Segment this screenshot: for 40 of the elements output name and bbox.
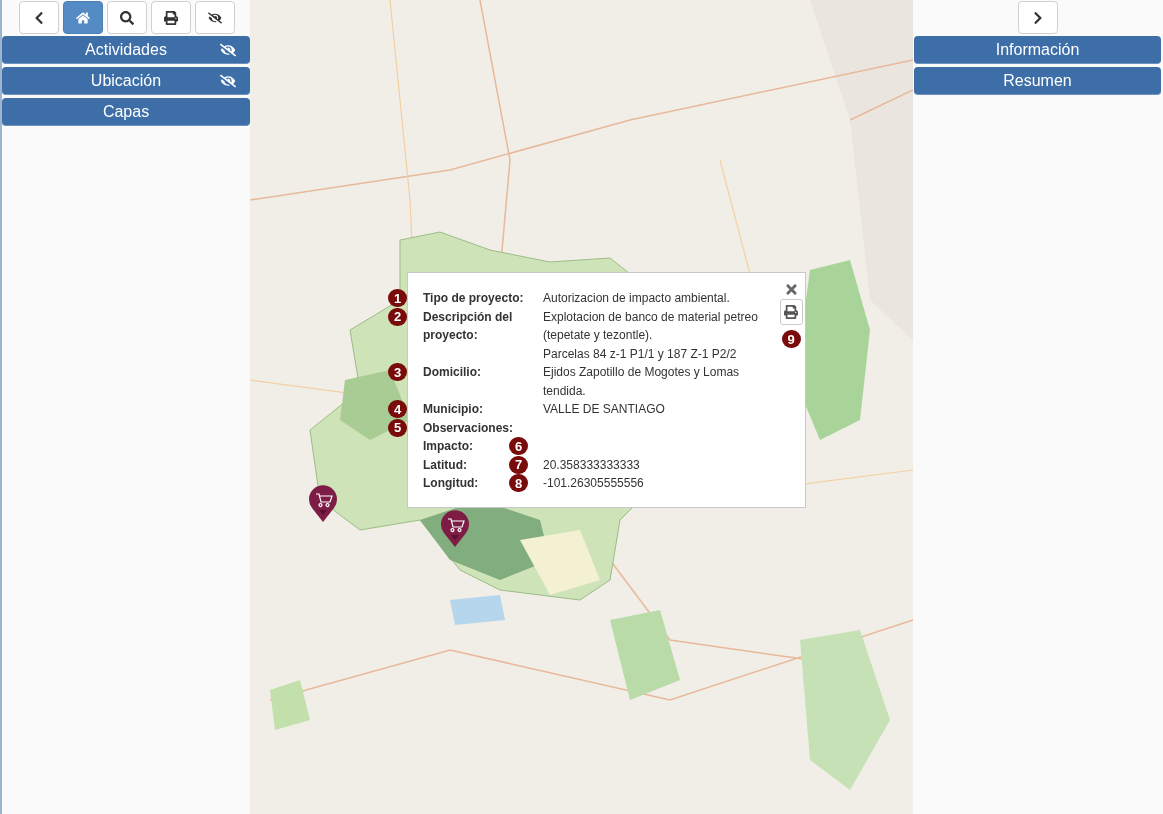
number-badge: 7 [509, 455, 528, 474]
map-pin-icon[interactable] [440, 509, 470, 547]
field-label: Tipo de proyecto: [423, 290, 525, 307]
back-button[interactable] [18, 1, 59, 34]
print-button[interactable] [779, 299, 803, 325]
search-button[interactable] [106, 1, 147, 34]
field-label: Municipio: [423, 401, 484, 418]
field-label: Descripción del proyecto: [423, 308, 514, 344]
section-header[interactable]: Actividades [2, 36, 250, 64]
field-value: Autorizacion de impacto ambiental. [543, 290, 731, 307]
field-label: Observaciones: [423, 419, 515, 437]
field-label: Impacto: [423, 438, 474, 455]
field-label: Longitud: [423, 475, 480, 492]
home-icon [75, 10, 90, 25]
map-pin-icon[interactable] [308, 484, 338, 522]
field-value: Explotacion de banco de material petreo (tepetate y tezontle). [543, 308, 759, 344]
field-label: Latitud: [423, 456, 468, 474]
section-header[interactable]: Ubicación [2, 67, 250, 95]
eye-slash-icon[interactable] [220, 42, 236, 58]
section-header[interactable]: Resumen [914, 67, 1161, 95]
number-badge: 9 [781, 330, 801, 348]
field-value: -101.26305555556 [543, 475, 645, 492]
print-icon [163, 10, 178, 25]
visibility-button[interactable] [194, 1, 235, 34]
field-value: Ejidos Zapotillo de Mogotes y Lomas tendida. [543, 364, 741, 400]
field-label: Domicilio: [423, 364, 482, 381]
section-header[interactable]: Información [914, 36, 1161, 64]
forward-button[interactable] [1018, 1, 1058, 34]
field-value: Parcelas 84 z-1 P1/1 y 187 Z-1 P2/2 [543, 345, 738, 363]
search-icon [119, 10, 134, 25]
home-button[interactable] [62, 1, 103, 34]
section-header[interactable]: Capas [2, 98, 250, 126]
eye-slash-icon[interactable] [220, 73, 236, 89]
number-badge: 8 [509, 474, 528, 492]
print-icon [784, 305, 799, 319]
print-button[interactable] [150, 1, 191, 34]
field-value: VALLE DE SANTIAGO [543, 401, 666, 418]
eye-slash-icon [207, 10, 222, 25]
number-badge: 6 [509, 437, 528, 455]
field-value: 20.358333333333 [543, 456, 641, 474]
